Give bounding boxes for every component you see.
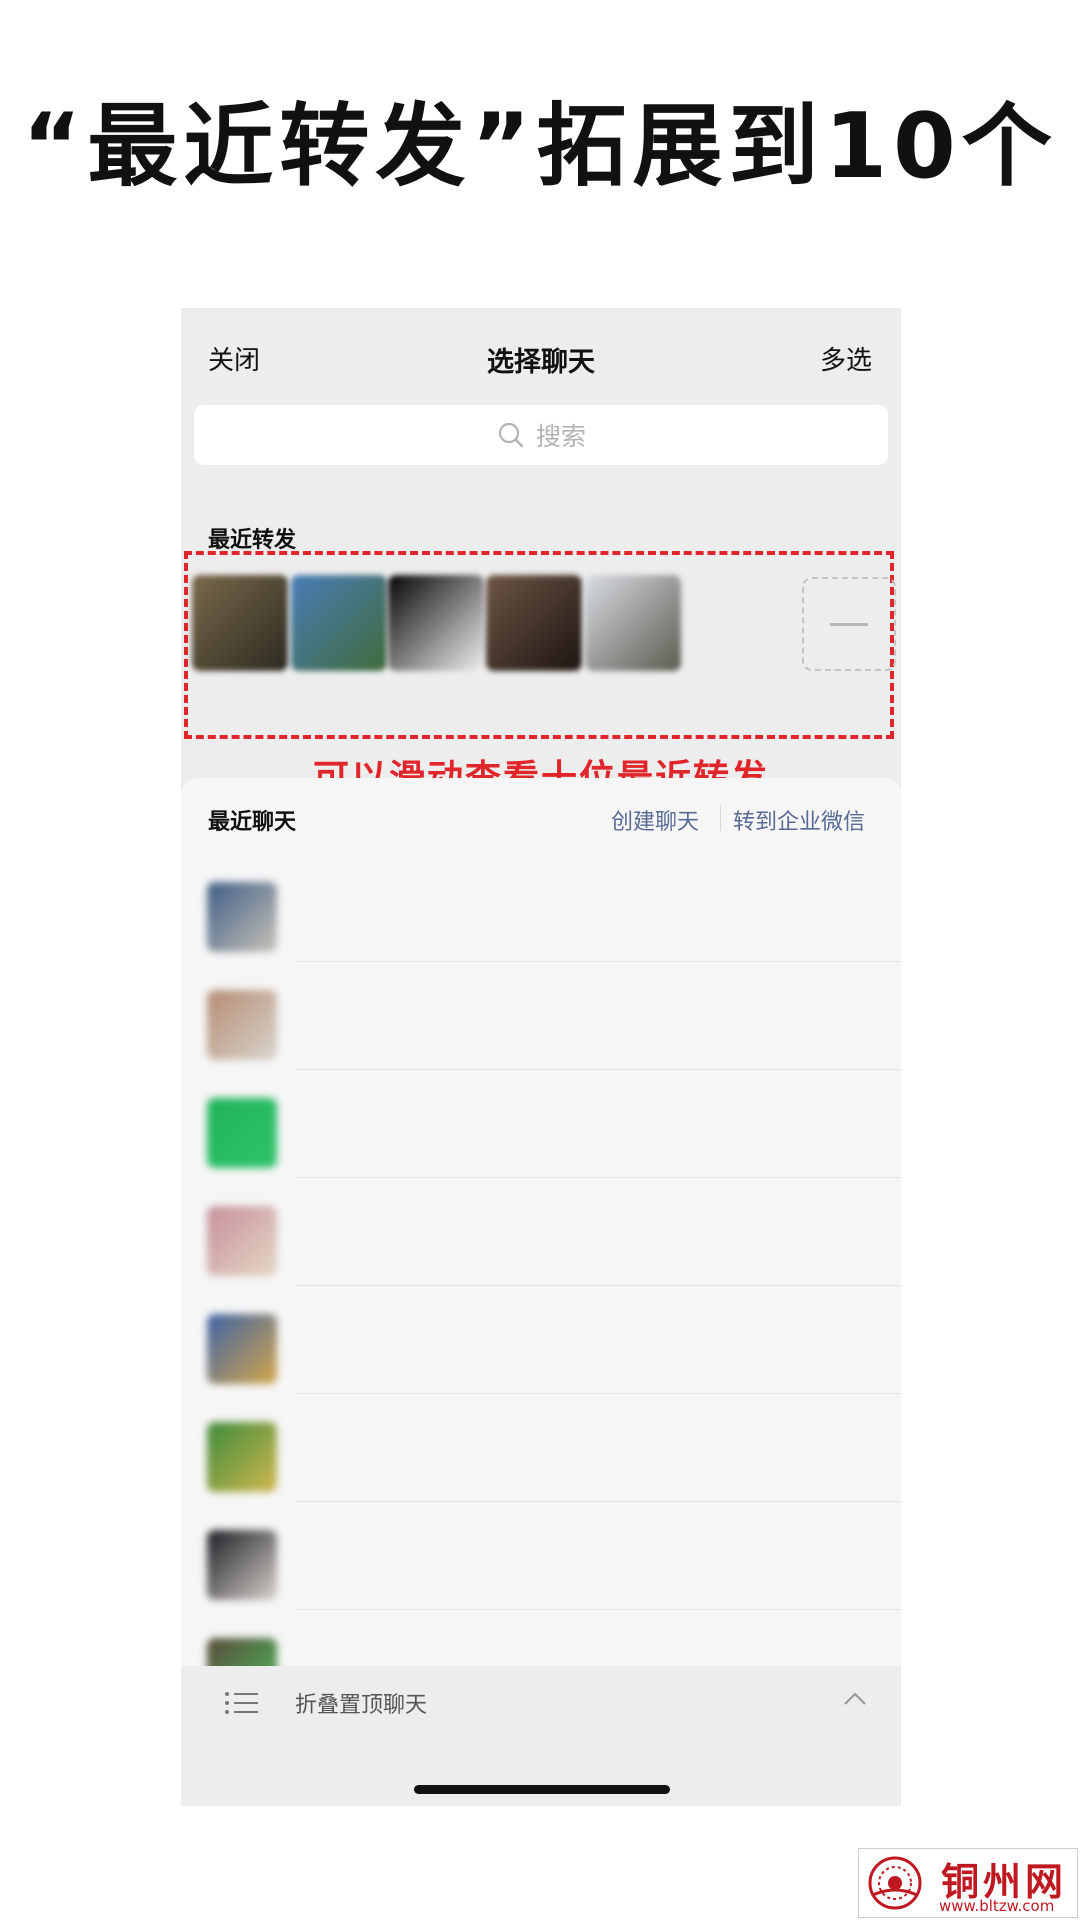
avatar [207, 1530, 277, 1600]
search-bar[interactable]: 搜索 [194, 405, 888, 465]
watermark-url: www.bltzw.com [939, 1897, 1055, 1915]
avatar [291, 575, 387, 671]
page-title: 选择聊天 [487, 347, 595, 378]
recent-forward-item[interactable] [291, 575, 387, 683]
chat-row[interactable] [181, 1070, 901, 1178]
chat-row[interactable] [181, 854, 901, 962]
multi-select-button[interactable]: 多选 [820, 340, 872, 377]
chat-row[interactable] [181, 1394, 901, 1502]
avatar [585, 575, 681, 671]
chevron-up-icon[interactable] [843, 1690, 867, 1706]
avatar [388, 575, 484, 671]
recent-forward-item[interactable] [486, 575, 582, 683]
phone-screen: 关闭 选择聊天 多选 搜索 最近转发 最近聊天 创建聊天 转到企业微信 折叠置顶… [181, 308, 901, 1806]
avatar [192, 575, 288, 671]
recent-chats-title: 最近聊天 [208, 810, 297, 835]
footer-bar: 折叠置顶聊天 [181, 1666, 901, 1806]
avatar [207, 882, 277, 952]
watermark: 铜州网 www.bltzw.com [858, 1848, 1078, 1918]
recent-chats-header: 最近聊天 创建聊天 转到企业微信 [181, 778, 901, 854]
to-work-wechat-link[interactable]: 转到企业微信 [733, 804, 865, 836]
recent-forward-item[interactable] [585, 575, 681, 683]
recent-forward-item[interactable] [388, 575, 484, 683]
recent-forward-label: 最近转发 [208, 528, 297, 553]
headline: “最近转发”拓展到10个 [22, 94, 1058, 199]
divider [720, 805, 721, 831]
home-indicator[interactable] [414, 1785, 670, 1794]
chat-row[interactable] [181, 1178, 901, 1286]
recent-forward-item[interactable] [192, 575, 288, 683]
avatar [486, 575, 582, 671]
avatar [207, 1206, 277, 1276]
nav-bar: 关闭 选择聊天 多选 [181, 308, 901, 404]
collapse-pinned-chats-button[interactable]: 折叠置顶聊天 [295, 1687, 427, 1719]
create-chat-link[interactable]: 创建聊天 [611, 804, 699, 836]
chat-row[interactable] [181, 962, 901, 1070]
list-icon[interactable] [224, 1691, 260, 1715]
recent-chats-sheet: 最近聊天 创建聊天 转到企业微信 [181, 778, 901, 1806]
chat-row[interactable] [181, 1286, 901, 1394]
avatar [207, 1314, 277, 1384]
site-logo-icon [868, 1856, 922, 1910]
more-forward-tile[interactable] [802, 577, 896, 671]
search-icon [498, 422, 524, 448]
avatar [207, 1098, 277, 1168]
minus-icon [830, 622, 868, 626]
avatar [207, 990, 277, 1060]
recent-forward-list[interactable] [184, 551, 896, 739]
search-placeholder: 搜索 [535, 422, 586, 451]
avatar [207, 1422, 277, 1492]
close-button[interactable]: 关闭 [208, 340, 260, 377]
chat-row[interactable] [181, 1502, 901, 1610]
